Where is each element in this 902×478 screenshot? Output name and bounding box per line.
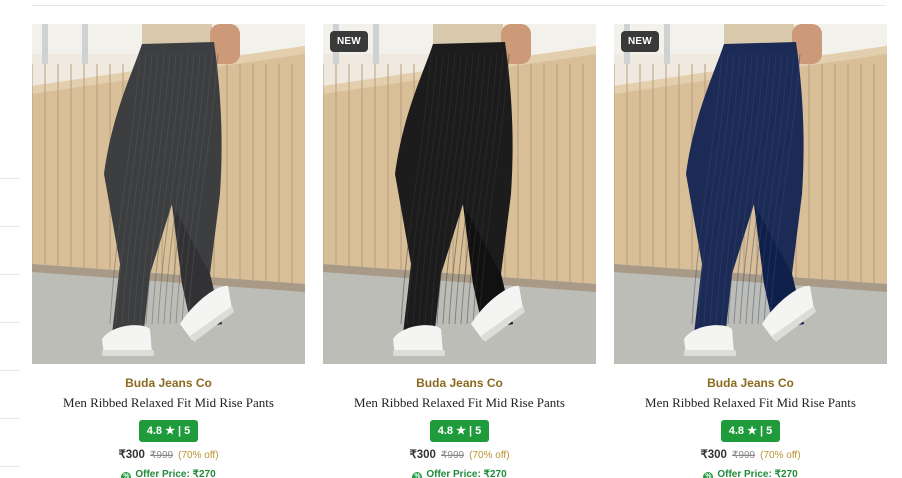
product-info: Buda Jeans Co Men Ribbed Relaxed Fit Mid… bbox=[323, 376, 596, 478]
sidebar-divider bbox=[0, 418, 20, 419]
mrp-price: ₹999 bbox=[441, 450, 465, 461]
product-title[interactable]: Men Ribbed Relaxed Fit Mid Rise Pants bbox=[614, 395, 887, 411]
rating-badge: 4.8 ★ | 5 bbox=[429, 420, 490, 442]
product-image[interactable]: NEW bbox=[323, 24, 596, 364]
product-card[interactable]: NEW Buda Jeans Co Men Ribbed Relaxed Fit… bbox=[614, 24, 887, 478]
offer-tag-icon: % bbox=[121, 472, 132, 478]
rating-count: 5 bbox=[184, 425, 191, 437]
sidebar-divider bbox=[0, 178, 20, 179]
sale-price: ₹300 bbox=[700, 449, 727, 461]
star-icon: ★ bbox=[453, 425, 469, 437]
price-row: ₹300 ₹999 (70% off) bbox=[32, 448, 305, 462]
filter-sidebar-edge bbox=[0, 0, 20, 478]
product-card[interactable]: Buda Jeans Co Men Ribbed Relaxed Fit Mid… bbox=[32, 24, 305, 478]
rating-count: 5 bbox=[475, 425, 482, 437]
price-row: ₹300 ₹999 (70% off) bbox=[323, 448, 596, 462]
mrp-price: ₹999 bbox=[150, 450, 174, 461]
offer-price: % Offer Price: ₹270 bbox=[323, 469, 596, 478]
pants-photo bbox=[323, 24, 596, 364]
sidebar-divider bbox=[0, 466, 20, 467]
offer-label: Offer Price: ₹270 bbox=[717, 469, 798, 478]
offer-tag-icon: % bbox=[703, 472, 714, 478]
sidebar-divider bbox=[0, 226, 20, 227]
product-image[interactable]: NEW bbox=[614, 24, 887, 364]
product-card[interactable]: NEW Buda Jeans Co Men Ribbed Relaxed Fit… bbox=[323, 24, 596, 478]
star-icon: ★ bbox=[744, 425, 760, 437]
offer-label: Offer Price: ₹270 bbox=[135, 469, 216, 478]
sale-price: ₹300 bbox=[409, 449, 436, 461]
product-brand[interactable]: Buda Jeans Co bbox=[323, 376, 596, 390]
new-badge: NEW bbox=[330, 31, 368, 52]
top-divider bbox=[32, 5, 886, 6]
product-image[interactable] bbox=[32, 24, 305, 364]
rating-badge: 4.8 ★ | 5 bbox=[720, 420, 781, 442]
product-title[interactable]: Men Ribbed Relaxed Fit Mid Rise Pants bbox=[323, 395, 596, 411]
product-brand[interactable]: Buda Jeans Co bbox=[32, 376, 305, 390]
sidebar-divider bbox=[0, 274, 20, 275]
mrp-price: ₹999 bbox=[732, 450, 756, 461]
sidebar-divider bbox=[0, 322, 20, 323]
rating-badge: 4.8 ★ | 5 bbox=[138, 420, 199, 442]
discount-percent: (70% off) bbox=[178, 450, 219, 461]
discount-percent: (70% off) bbox=[469, 450, 510, 461]
offer-price: % Offer Price: ₹270 bbox=[32, 469, 305, 478]
rating-value: 4.8 bbox=[146, 425, 163, 437]
sale-price: ₹300 bbox=[118, 449, 145, 461]
product-brand[interactable]: Buda Jeans Co bbox=[614, 376, 887, 390]
star-icon: ★ bbox=[162, 425, 178, 437]
discount-percent: (70% off) bbox=[760, 450, 801, 461]
product-grid: Buda Jeans Co Men Ribbed Relaxed Fit Mid… bbox=[32, 24, 887, 478]
product-info: Buda Jeans Co Men Ribbed Relaxed Fit Mid… bbox=[32, 376, 305, 478]
price-row: ₹300 ₹999 (70% off) bbox=[614, 448, 887, 462]
new-badge: NEW bbox=[621, 31, 659, 52]
offer-label: Offer Price: ₹270 bbox=[426, 469, 507, 478]
product-title[interactable]: Men Ribbed Relaxed Fit Mid Rise Pants bbox=[32, 395, 305, 411]
pants-photo bbox=[32, 24, 305, 364]
offer-tag-icon: % bbox=[412, 472, 423, 478]
pants-photo bbox=[614, 24, 887, 364]
product-info: Buda Jeans Co Men Ribbed Relaxed Fit Mid… bbox=[614, 376, 887, 478]
offer-price: % Offer Price: ₹270 bbox=[614, 469, 887, 478]
sidebar-divider bbox=[0, 370, 20, 371]
rating-value: 4.8 bbox=[437, 425, 454, 437]
rating-value: 4.8 bbox=[728, 425, 745, 437]
rating-count: 5 bbox=[766, 425, 773, 437]
